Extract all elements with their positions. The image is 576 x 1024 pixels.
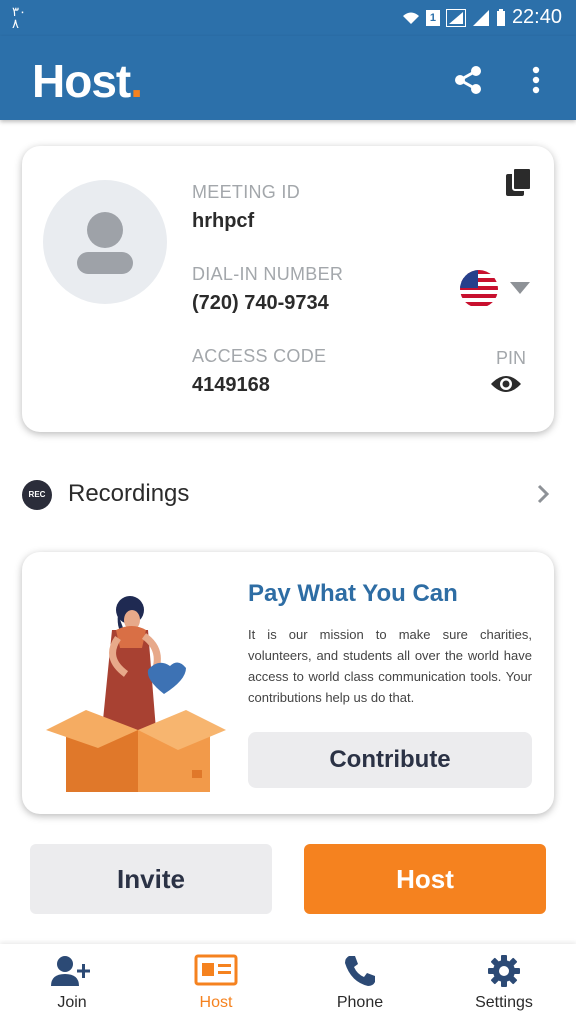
avatar[interactable] — [43, 180, 167, 304]
id-card-icon — [194, 954, 238, 986]
dial-in-label: DIAL-IN NUMBER — [192, 264, 344, 284]
pay-description: It is our mission to make sure charities… — [248, 627, 532, 705]
nav-item-join[interactable]: Join — [0, 944, 144, 1024]
phone-icon — [345, 956, 375, 986]
pay-title: Pay What You Can — [248, 580, 458, 607]
status-bar: ٣٠ ٨ 1 22:40 — [0, 0, 576, 36]
nav-label-settings: Settings — [475, 994, 533, 1011]
sim-badge: 1 — [425, 9, 440, 26]
meeting-id-value: hrhpcf — [192, 210, 255, 232]
donation-box-illustration — [46, 596, 226, 792]
more-vert-icon[interactable] — [524, 64, 548, 96]
contribute-button[interactable]: Contribute — [248, 732, 532, 788]
eye-icon[interactable] — [490, 372, 522, 396]
caret-down-icon[interactable] — [510, 282, 530, 294]
status-time: 22:40 — [511, 6, 562, 28]
nav-label-phone: Phone — [336, 994, 384, 1011]
copy-icon[interactable] — [504, 166, 534, 198]
nav-label-join: Join — [57, 994, 87, 1011]
wifi-icon — [402, 12, 419, 24]
nav-item-phone[interactable]: Phone — [288, 944, 432, 1024]
recordings-label: Recordings — [68, 480, 190, 507]
chevron-right-icon — [537, 484, 550, 504]
gear-icon — [488, 955, 520, 987]
us-flag-icon[interactable] — [460, 270, 498, 308]
share-icon[interactable] — [452, 64, 484, 96]
person-icon — [77, 212, 133, 274]
access-code-label: ACCESS CODE — [192, 346, 327, 366]
battery-icon — [496, 8, 505, 26]
meeting-info-card: MEETING ID hrhpcf DIAL-IN NUMBER (720) 7… — [22, 146, 554, 432]
nav-item-settings[interactable]: Settings — [432, 944, 576, 1024]
nav-label-host: Host — [199, 994, 233, 1011]
rec-badge: REC — [22, 480, 52, 510]
host-button[interactable]: Host — [304, 844, 546, 914]
app-bar: Host. — [0, 36, 576, 120]
access-code-value: 4149168 — [192, 374, 270, 396]
app-logo: Host. — [32, 55, 143, 107]
dial-in-value[interactable]: (720) 740-9734 — [192, 292, 329, 315]
nav-item-host[interactable]: Host — [144, 944, 288, 1024]
signal-icon-2 — [472, 9, 489, 26]
meeting-id-label: MEETING ID — [192, 182, 301, 202]
signal-icon — [445, 8, 466, 27]
bottom-nav: Join Host Phone Settings — [0, 944, 576, 1024]
invite-button[interactable]: Invite — [30, 844, 272, 914]
add-person-icon — [51, 956, 90, 986]
status-left-text: ٣٠ ٨ — [12, 4, 26, 31]
recordings-row[interactable]: REC Recordings — [0, 470, 576, 520]
status-icons: 1 22:40 — [402, 6, 562, 29]
pay-what-you-can-card: Pay What You Can It is our mission to ma… — [22, 552, 554, 814]
pin-label: PIN — [496, 348, 527, 368]
